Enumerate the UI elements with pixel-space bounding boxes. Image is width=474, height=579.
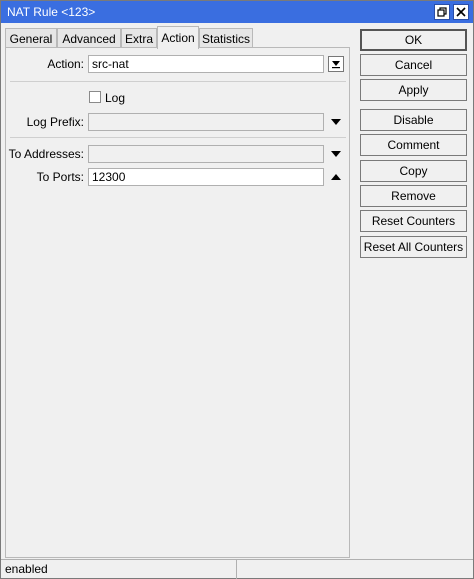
status-bar: enabled bbox=[1, 559, 473, 579]
triangle-down-icon bbox=[331, 119, 341, 125]
tab-action[interactable]: Action bbox=[157, 26, 199, 49]
tab-general[interactable]: General bbox=[5, 28, 57, 48]
triangle-up-icon bbox=[331, 174, 341, 180]
to-addresses-label: To Addresses: bbox=[8, 147, 84, 161]
action-select[interactable]: src-nat bbox=[88, 55, 324, 73]
comment-button[interactable]: Comment bbox=[360, 134, 467, 156]
log-prefix-input[interactable] bbox=[88, 113, 324, 131]
ok-button[interactable]: OK bbox=[360, 29, 467, 51]
to-ports-label: To Ports: bbox=[36, 170, 84, 184]
title-bar[interactable]: NAT Rule <123> bbox=[1, 1, 473, 23]
close-button[interactable] bbox=[453, 4, 469, 20]
log-prefix-dropdown-button[interactable] bbox=[328, 114, 344, 130]
to-ports-input[interactable]: 12300 bbox=[88, 168, 324, 186]
cancel-button[interactable]: Cancel bbox=[360, 54, 467, 76]
restore-button[interactable] bbox=[434, 4, 450, 20]
nat-rule-window: NAT Rule <123> General Advanced Extra Ac… bbox=[0, 0, 474, 579]
to-addresses-dropdown-button[interactable] bbox=[328, 146, 344, 162]
action-panel: Action: src-nat Log Log Prefix: To Addre… bbox=[5, 47, 350, 558]
log-prefix-label: Log Prefix: bbox=[26, 115, 84, 129]
separator bbox=[10, 137, 346, 138]
log-label: Log bbox=[105, 91, 126, 105]
action-label: Action: bbox=[47, 57, 84, 71]
reset-all-counters-button[interactable]: Reset All Counters bbox=[360, 236, 467, 258]
to-ports-collapse-button[interactable] bbox=[328, 169, 344, 185]
separator bbox=[10, 81, 346, 82]
apply-button[interactable]: Apply bbox=[360, 79, 467, 101]
disable-button[interactable]: Disable bbox=[360, 109, 467, 131]
status-enabled: enabled bbox=[1, 560, 237, 579]
triangle-down-icon bbox=[331, 151, 341, 157]
tab-extra[interactable]: Extra bbox=[121, 28, 157, 48]
window-title: NAT Rule <123> bbox=[7, 5, 96, 19]
tab-advanced[interactable]: Advanced bbox=[57, 28, 121, 48]
tab-statistics[interactable]: Statistics bbox=[199, 28, 253, 48]
chevron-down-icon bbox=[332, 61, 340, 69]
to-addresses-input[interactable] bbox=[88, 145, 324, 163]
copy-button[interactable]: Copy bbox=[360, 160, 467, 182]
close-icon bbox=[456, 7, 466, 17]
remove-button[interactable]: Remove bbox=[360, 185, 467, 207]
restore-icon bbox=[437, 7, 447, 17]
log-checkbox[interactable] bbox=[89, 91, 101, 103]
action-dropdown-button[interactable] bbox=[328, 56, 344, 72]
reset-counters-button[interactable]: Reset Counters bbox=[360, 210, 467, 232]
status-right bbox=[237, 560, 473, 579]
